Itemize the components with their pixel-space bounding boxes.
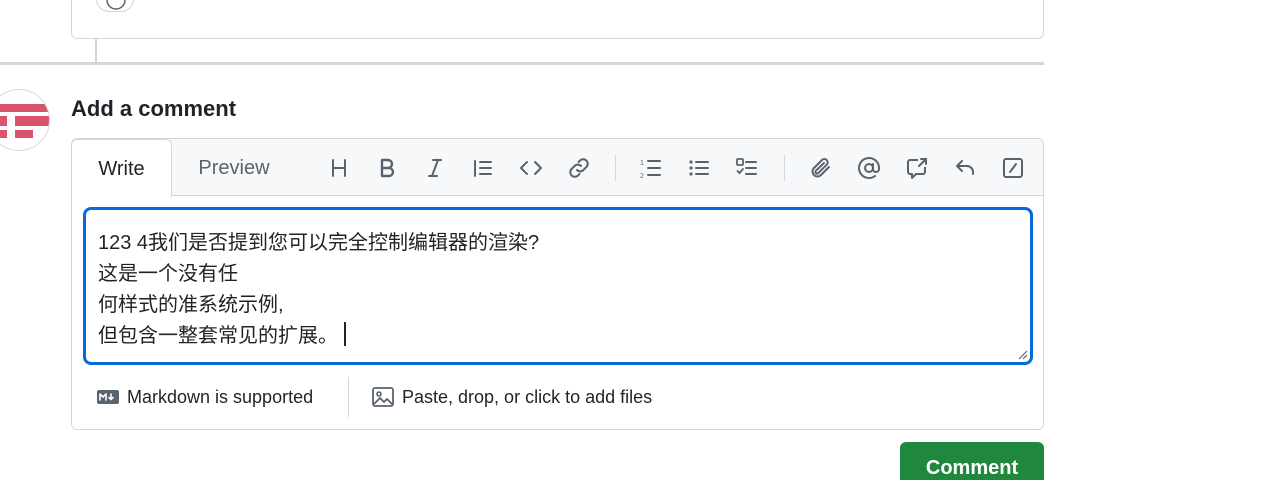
footer-divider bbox=[348, 377, 349, 417]
cross-reference-button[interactable] bbox=[900, 151, 934, 185]
markdown-label: Markdown is supported bbox=[127, 386, 314, 407]
italic-button[interactable] bbox=[418, 151, 452, 185]
markdown-help-link[interactable]: Markdown is supported bbox=[96, 377, 313, 417]
comment-textarea[interactable]: 123 4我们是否提到您可以完全控制编辑器的渲染? 这是一个没有任 何样式的准系… bbox=[83, 207, 1033, 365]
toolbar-divider bbox=[615, 155, 616, 181]
image-icon bbox=[372, 387, 394, 407]
text-line: 但包含一整套常见的扩展。 bbox=[98, 325, 338, 347]
slash-commands-button[interactable] bbox=[996, 151, 1030, 185]
issue-comment-page: Add a comment Write Preview 1 2 123 4我们是… bbox=[0, 0, 1280, 480]
task-list-button[interactable] bbox=[730, 151, 764, 185]
code-icon bbox=[520, 161, 542, 175]
heading-icon bbox=[332, 159, 346, 177]
add-files-label: Paste, drop, or click to add files bbox=[402, 386, 653, 407]
text-caret bbox=[344, 322, 346, 346]
text-line: 何样式的准系统示例, bbox=[98, 294, 284, 316]
bold-icon bbox=[380, 158, 395, 178]
identicon-icon bbox=[0, 90, 49, 150]
tab-write[interactable]: Write bbox=[71, 139, 172, 197]
saved-replies-button[interactable] bbox=[948, 151, 982, 185]
add-comment-heading: Add a comment bbox=[71, 96, 237, 121]
add-files-button[interactable]: Paste, drop, or click to add files bbox=[371, 377, 652, 417]
cross-reference-icon bbox=[907, 158, 927, 179]
comment-editor: Write Preview 1 2 123 4我们是否提到您可以完全控制编辑器的… bbox=[71, 138, 1044, 430]
comment-text: 123 4我们是否提到您可以完全控制编辑器的渲染? 这是一个没有任 何样式的准系… bbox=[98, 228, 539, 352]
toolbar-divider bbox=[784, 155, 785, 181]
smiley-icon bbox=[106, 0, 126, 10]
tab-preview[interactable]: Preview bbox=[174, 139, 294, 197]
resize-grip-icon[interactable] bbox=[1016, 348, 1028, 360]
add-reaction-button[interactable] bbox=[96, 0, 134, 12]
link-icon bbox=[569, 158, 589, 178]
code-button[interactable] bbox=[514, 151, 548, 185]
mention-icon bbox=[858, 157, 880, 179]
quote-button[interactable] bbox=[466, 151, 500, 185]
svg-text:2: 2 bbox=[640, 173, 644, 180]
text-line: 123 4我们是否提到您可以完全控制编辑器的渲染? bbox=[98, 232, 540, 254]
slash-commands-icon bbox=[1003, 158, 1023, 178]
task-list-icon bbox=[736, 158, 757, 175]
editor-header: Write Preview 1 2 bbox=[71, 139, 1043, 197]
attach-icon bbox=[811, 158, 830, 178]
avatar[interactable] bbox=[0, 89, 50, 151]
italic-icon bbox=[428, 159, 442, 177]
markdown-icon bbox=[97, 390, 119, 404]
text-line: 这是一个没有任 bbox=[98, 263, 238, 285]
saved-replies-icon bbox=[956, 160, 974, 175]
svg-text:1: 1 bbox=[640, 160, 644, 167]
timeline-connector bbox=[95, 39, 97, 63]
ordered-list-icon: 1 2 bbox=[640, 160, 661, 180]
quote-icon bbox=[474, 160, 492, 177]
timeline-divider bbox=[0, 62, 1044, 65]
link-button[interactable] bbox=[562, 151, 596, 185]
bold-button[interactable] bbox=[370, 151, 404, 185]
attach-button[interactable] bbox=[804, 151, 838, 185]
mention-button[interactable] bbox=[852, 151, 886, 185]
comment-submit-button[interactable]: Comment bbox=[900, 442, 1044, 480]
heading-button[interactable] bbox=[322, 151, 356, 185]
editor-footer: Markdown is supported Paste, drop, or cl… bbox=[72, 377, 1043, 417]
unordered-list-button[interactable] bbox=[682, 151, 716, 185]
previous-comment-box bbox=[71, 0, 1044, 39]
ordered-list-button[interactable]: 1 2 bbox=[634, 151, 668, 185]
unordered-list-icon bbox=[689, 160, 709, 176]
